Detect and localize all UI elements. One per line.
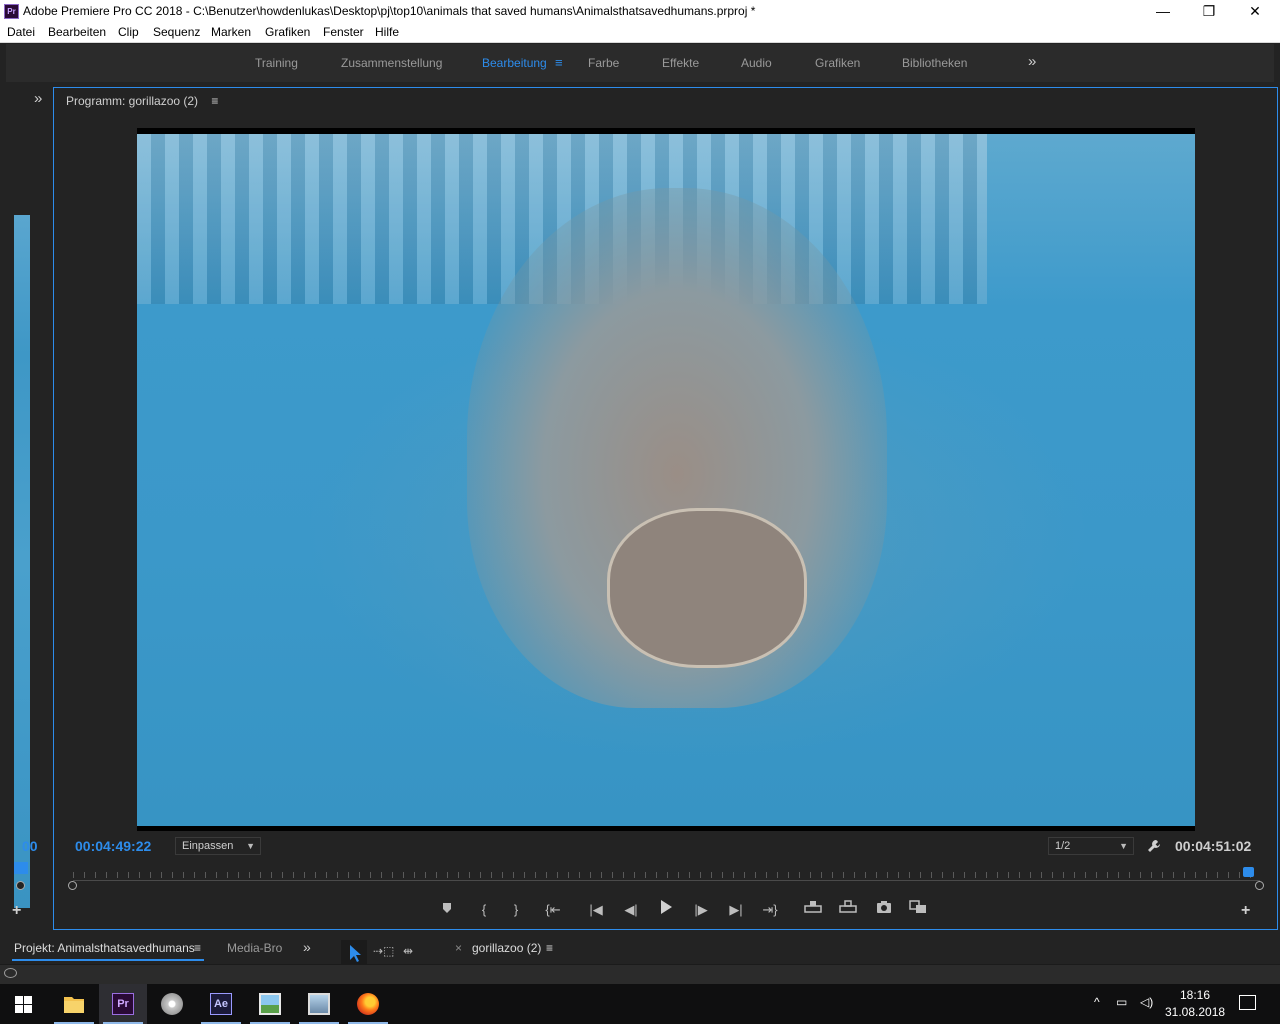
- shark-mouth: [607, 508, 807, 668]
- video-preview[interactable]: [137, 128, 1195, 831]
- bottom-overflow-icon[interactable]: »: [303, 939, 311, 955]
- compare-icon[interactable]: [907, 900, 929, 920]
- restore-button[interactable]: ❐: [1186, 0, 1232, 23]
- resolution-select[interactable]: 1/2 ▼: [1048, 837, 1134, 855]
- selection-tool-button[interactable]: [341, 940, 367, 964]
- tab-project[interactable]: Projekt: Animalsthatsavedhumans: [14, 941, 195, 955]
- windows-start-icon[interactable]: [0, 984, 48, 1024]
- left-panel-zoom-handle[interactable]: [16, 881, 25, 890]
- after-effects-icon[interactable]: Ae: [197, 984, 245, 1024]
- render-status-icon: [4, 968, 17, 978]
- lift-icon[interactable]: [802, 900, 824, 920]
- step-forward-frame-icon[interactable]: |▶: [690, 900, 712, 920]
- taskbar-clock[interactable]: 18:16 31.08.2018: [1165, 987, 1225, 1021]
- file-explorer-icon[interactable]: [50, 984, 98, 1024]
- track-select-tool-icon[interactable]: ⇢⬚: [373, 944, 395, 960]
- workspace-overflow-icon[interactable]: »: [1028, 53, 1036, 70]
- panel-menu-icon[interactable]: ≡: [211, 94, 218, 108]
- dvd-icon[interactable]: [148, 984, 196, 1024]
- step-back-icon[interactable]: |◀: [585, 900, 607, 920]
- left-panel-timecode: 00: [22, 838, 38, 854]
- timeline-tab-menu-icon[interactable]: ≡: [546, 941, 553, 955]
- project-tab-menu-icon[interactable]: ≡: [194, 941, 201, 955]
- extract-icon[interactable]: [837, 900, 859, 920]
- tab-media-browser[interactable]: Media-Bro: [227, 941, 282, 955]
- workspace-bibliotheken[interactable]: Bibliotheken: [902, 56, 967, 70]
- menu-datei[interactable]: Datei: [7, 25, 35, 39]
- play-icon[interactable]: [655, 900, 677, 920]
- clock-date: 31.08.2018: [1165, 1005, 1226, 1019]
- zoom-handle-left[interactable]: [68, 881, 77, 890]
- current-timecode[interactable]: 00:04:49:22: [75, 838, 151, 854]
- workspace-bearbeitung[interactable]: Bearbeitung: [482, 56, 547, 70]
- window-title: Adobe Premiere Pro CC 2018 - C:\Benutzer…: [23, 4, 756, 18]
- workspace-bar: [0, 44, 1280, 84]
- go-to-out-icon[interactable]: ⇥}: [759, 900, 781, 920]
- left-panel: [0, 88, 52, 930]
- ripple-edit-tool-icon[interactable]: ⇹: [403, 944, 425, 960]
- workspace-training[interactable]: Training: [255, 56, 298, 70]
- active-tab-underline: [12, 959, 204, 961]
- menu-clip[interactable]: Clip: [118, 25, 139, 39]
- firefox-icon[interactable]: [344, 984, 392, 1024]
- workspace-grafiken[interactable]: Grafiken: [815, 56, 860, 70]
- add-button[interactable]: +: [1241, 902, 1250, 920]
- menu-sequenz[interactable]: Sequenz: [153, 25, 200, 39]
- menu-bar: Datei Bearbeiten Clip Sequenz Marken Gra…: [0, 23, 1280, 43]
- left-panel-expand-icon[interactable]: »: [34, 90, 42, 107]
- status-bar: [0, 964, 1280, 984]
- time-ruler[interactable]: [73, 868, 1260, 886]
- chevron-down-icon: ▼: [246, 841, 255, 851]
- menu-grafiken[interactable]: Grafiken: [265, 25, 310, 39]
- workspace-effekte[interactable]: Effekte: [662, 56, 699, 70]
- image-viewer-icon[interactable]: [295, 984, 343, 1024]
- workspace-farbe[interactable]: Farbe: [588, 56, 619, 70]
- menu-bearbeiten[interactable]: Bearbeiten: [48, 25, 106, 39]
- playhead[interactable]: [1243, 867, 1255, 877]
- wrench-settings-icon[interactable]: [1146, 838, 1162, 854]
- program-monitor-title: Programm: gorillazoo (2) ≡: [66, 94, 219, 108]
- menu-hilfe[interactable]: Hilfe: [375, 25, 399, 39]
- go-to-in-icon[interactable]: {⇤: [542, 900, 564, 920]
- left-panel-playhead[interactable]: [14, 862, 28, 874]
- workspace-zusammenstellung[interactable]: Zusammenstellung: [341, 56, 442, 70]
- menu-fenster[interactable]: Fenster: [323, 25, 364, 39]
- mark-out-icon[interactable]: }: [505, 900, 527, 920]
- title-bar: Pr Adobe Premiere Pro CC 2018 - C:\Benut…: [0, 0, 1280, 23]
- step-forward-icon[interactable]: ▶|: [725, 900, 747, 920]
- workspace-audio[interactable]: Audio: [741, 56, 772, 70]
- duration-timecode: 00:04:51:02: [1175, 838, 1252, 854]
- marker-icon[interactable]: [436, 900, 458, 920]
- clock-time: 18:16: [1179, 988, 1211, 1002]
- mark-in-icon[interactable]: {: [473, 900, 495, 920]
- source-thumbnail-strip: [14, 215, 30, 908]
- minimize-button[interactable]: —: [1140, 0, 1186, 23]
- left-panel-add-button[interactable]: +: [12, 902, 21, 920]
- workspace-menu-icon[interactable]: ≡: [555, 55, 563, 70]
- premiere-app-icon: Pr: [4, 4, 19, 19]
- step-back-frame-icon[interactable]: ◀|: [620, 900, 642, 920]
- fit-select[interactable]: Einpassen ▼: [175, 837, 261, 855]
- premiere-icon[interactable]: Pr: [99, 984, 147, 1024]
- network-icon[interactable]: ▭: [1116, 995, 1127, 1009]
- menu-marken[interactable]: Marken: [211, 25, 251, 39]
- volume-icon[interactable]: ◁): [1140, 995, 1153, 1009]
- photos-icon[interactable]: [246, 984, 294, 1024]
- export-frame-icon[interactable]: [873, 900, 895, 920]
- notifications-icon[interactable]: [1239, 995, 1256, 1010]
- tray-overflow-icon[interactable]: ^: [1094, 995, 1100, 1009]
- tab-timeline[interactable]: gorillazoo (2): [472, 941, 541, 955]
- close-button[interactable]: ✕: [1232, 0, 1278, 23]
- zoom-handle-right[interactable]: [1255, 881, 1264, 890]
- chevron-down-icon: ▼: [1119, 841, 1128, 851]
- timeline-close-icon[interactable]: ×: [455, 941, 462, 955]
